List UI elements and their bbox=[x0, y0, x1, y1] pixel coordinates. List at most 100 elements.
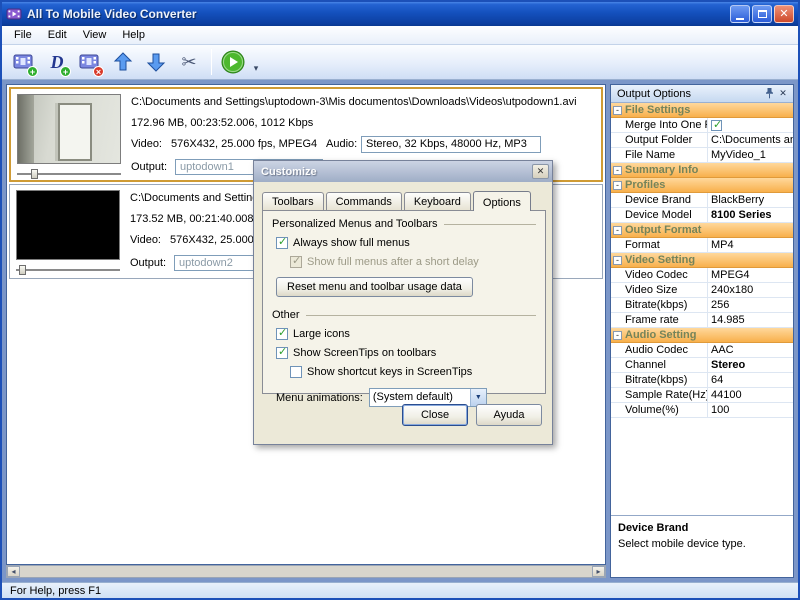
move-down-button[interactable] bbox=[140, 47, 172, 78]
menu-view[interactable]: View bbox=[75, 27, 115, 43]
format-select[interactable]: MP4 bbox=[708, 238, 793, 252]
always-show-full-menus-checkbox[interactable] bbox=[276, 235, 288, 249]
collapse-icon[interactable] bbox=[613, 255, 622, 265]
dialog-close-button[interactable] bbox=[532, 164, 549, 179]
dialog-titlebar[interactable]: Customize bbox=[254, 161, 552, 182]
toolbar bbox=[2, 45, 798, 80]
section-video-setting[interactable]: Video Setting bbox=[611, 253, 793, 268]
convert-button[interactable] bbox=[217, 47, 249, 78]
row-channel: Channel Stereo bbox=[611, 358, 793, 373]
remove-file-button[interactable] bbox=[74, 47, 106, 78]
thumbnail-door bbox=[58, 103, 92, 161]
section-file-settings[interactable]: File Settings bbox=[611, 103, 793, 118]
row-device-brand: Device Brand BlackBerry bbox=[611, 193, 793, 208]
show-full-menus-delay-checkbox bbox=[290, 254, 302, 268]
group-divider bbox=[443, 223, 536, 225]
slider-thumb[interactable] bbox=[19, 265, 26, 275]
video-thumbnail bbox=[16, 190, 120, 260]
toolbar-options-chevron[interactable] bbox=[250, 47, 262, 78]
collapse-icon[interactable] bbox=[613, 180, 622, 190]
group-divider bbox=[305, 314, 536, 316]
slider-thumb[interactable] bbox=[31, 169, 38, 179]
preview-slider[interactable] bbox=[16, 264, 120, 276]
section-audio-setting[interactable]: Audio Setting bbox=[611, 328, 793, 343]
group-other: Other bbox=[272, 309, 536, 321]
panel-close-button[interactable] bbox=[776, 87, 790, 101]
pin-icon[interactable] bbox=[762, 87, 776, 101]
collapse-icon[interactable] bbox=[613, 105, 622, 115]
help-button[interactable]: Ayuda bbox=[476, 404, 542, 426]
tab-options[interactable]: Options bbox=[472, 191, 531, 211]
menu-edit[interactable]: Edit bbox=[40, 27, 75, 43]
row-full-menus-delay: Show full menus after a short delay bbox=[290, 254, 536, 268]
video-size-select[interactable]: 240x180 bbox=[708, 283, 793, 297]
shortcut-keys-checkbox[interactable] bbox=[290, 366, 302, 378]
split-button[interactable] bbox=[173, 47, 205, 78]
section-summary-info[interactable]: Summary Info bbox=[611, 163, 793, 178]
file-path: C:\Documents and Settings\uptodown-3\Mis… bbox=[131, 96, 577, 108]
collapse-icon[interactable] bbox=[613, 165, 622, 175]
row-sample-rate: Sample Rate(Hz) 44100 bbox=[611, 388, 793, 403]
add-video-button[interactable] bbox=[8, 47, 40, 78]
options-tab-page: Personalized Menus and Toolbars Always s… bbox=[262, 210, 546, 407]
menu-help[interactable]: Help bbox=[114, 27, 153, 43]
device-brand-select[interactable]: BlackBerry bbox=[708, 193, 793, 207]
row-always-show-full-menus: Always show full menus bbox=[276, 235, 536, 249]
collapse-icon[interactable] bbox=[613, 330, 622, 340]
minimize-button[interactable] bbox=[730, 5, 750, 23]
video-bitrate-select[interactable]: 256 bbox=[708, 298, 793, 312]
file-name-input[interactable]: MyVideo_1 bbox=[708, 148, 793, 162]
app-icon bbox=[6, 8, 22, 20]
output-folder-value[interactable]: C:\Documents and ... bbox=[708, 133, 793, 147]
scroll-left-icon[interactable] bbox=[7, 566, 20, 577]
preview-slider[interactable] bbox=[17, 168, 121, 180]
frame-rate-select[interactable]: 14.985 bbox=[708, 313, 793, 327]
row-file-name: File Name MyVideo_1 bbox=[611, 148, 793, 163]
plus-badge-icon bbox=[60, 65, 71, 77]
large-icons-checkbox[interactable] bbox=[276, 326, 288, 340]
horizontal-scrollbar[interactable] bbox=[6, 565, 606, 578]
reset-usage-button[interactable]: Reset menu and toolbar usage data bbox=[276, 277, 473, 297]
arrow-up-icon bbox=[113, 52, 133, 71]
section-output-format[interactable]: Output Format bbox=[611, 223, 793, 238]
maximize-button[interactable] bbox=[752, 5, 772, 23]
minimize-icon bbox=[736, 17, 744, 20]
option-description: Device Brand Select mobile device type. bbox=[611, 515, 793, 577]
group-personalized: Personalized Menus and Toolbars bbox=[272, 218, 536, 230]
menu-file[interactable]: File bbox=[6, 27, 40, 43]
close-button[interactable]: Close bbox=[402, 404, 468, 426]
move-up-button[interactable] bbox=[107, 47, 139, 78]
row-volume: Volume(%) 100 bbox=[611, 403, 793, 418]
maximize-icon bbox=[757, 10, 767, 18]
thumbnail-wall bbox=[18, 95, 34, 163]
collapse-icon[interactable] bbox=[613, 225, 622, 235]
scissors-icon bbox=[181, 52, 196, 73]
output-options-panel: Output Options File Settings Merge Into … bbox=[610, 84, 794, 578]
panel-title: Output Options bbox=[617, 87, 691, 100]
tab-toolbars[interactable]: Toolbars bbox=[262, 192, 324, 210]
volume-input[interactable]: 100 bbox=[708, 403, 793, 417]
device-model-select[interactable]: 8100 Series bbox=[708, 208, 793, 222]
video-codec-select[interactable]: MPEG4 bbox=[708, 268, 793, 282]
sample-rate-select[interactable]: 44100 bbox=[708, 388, 793, 402]
merge-checkbox[interactable] bbox=[711, 118, 722, 132]
scroll-right-icon[interactable] bbox=[592, 566, 605, 577]
titlebar[interactable]: All To Mobile Video Converter bbox=[2, 2, 798, 26]
screentips-checkbox[interactable] bbox=[276, 345, 288, 359]
status-text: For Help, press F1 bbox=[10, 584, 102, 597]
row-video-bitrate: Bitrate(kbps) 256 bbox=[611, 298, 793, 313]
channel-select[interactable]: Stereo bbox=[708, 358, 793, 372]
audio-bitrate-select[interactable]: 64 bbox=[708, 373, 793, 387]
tab-commands[interactable]: Commands bbox=[325, 192, 402, 210]
audio-format-select[interactable]: Stereo, 32 Kbps, 48000 Hz, MP3 bbox=[361, 136, 541, 153]
panel-header: Output Options bbox=[611, 85, 793, 103]
close-window-button[interactable] bbox=[774, 5, 794, 23]
row-merge: Merge Into One File bbox=[611, 118, 793, 133]
tab-keyboard[interactable]: Keyboard bbox=[403, 192, 471, 210]
section-profiles[interactable]: Profiles bbox=[611, 178, 793, 193]
customize-dialog: Customize Toolbars Commands Keyboard Opt… bbox=[253, 160, 553, 445]
row-output-folder: Output Folder C:\Documents and ... bbox=[611, 133, 793, 148]
slider-track bbox=[16, 269, 120, 271]
audio-codec-select[interactable]: AAC bbox=[708, 343, 793, 357]
add-dvd-button[interactable] bbox=[41, 47, 73, 78]
